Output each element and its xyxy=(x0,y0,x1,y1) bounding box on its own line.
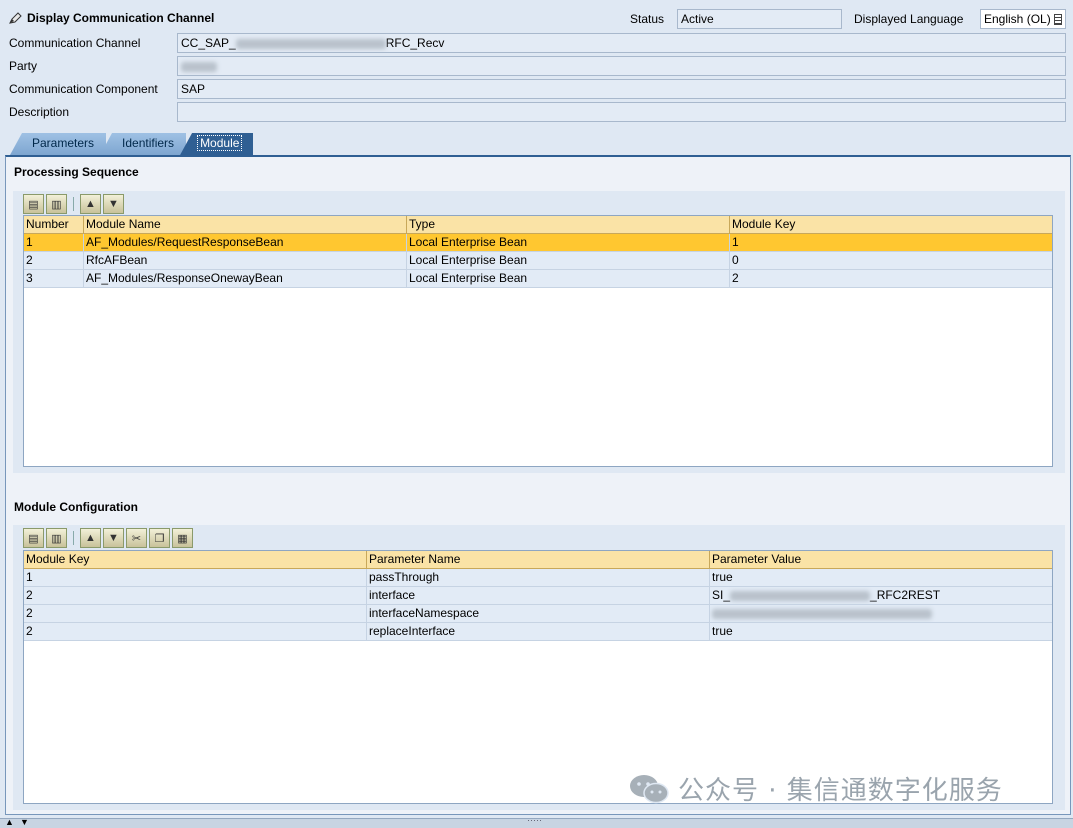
watermark-text: 公众号 · 集信通数字化服务 xyxy=(678,776,1003,806)
table-row[interactable]: 2 interface SI_ _RFC2REST xyxy=(24,587,1052,605)
cell-parameter-value[interactable]: true xyxy=(710,569,1052,586)
channel-value-prefix: CC_SAP_ xyxy=(181,36,236,50)
cell-parameter-value[interactable]: SI_ _RFC2REST xyxy=(710,587,1052,604)
column-header-number[interactable]: Number xyxy=(24,216,84,233)
tab-module[interactable]: Module xyxy=(180,133,254,155)
redacted-block xyxy=(712,608,932,619)
party-field xyxy=(177,56,1066,76)
module-tab-content: Processing Sequence ▤ ▥ ▲ ▼ Number Modul… xyxy=(5,155,1071,815)
tab-parameters[interactable]: Parameters xyxy=(10,133,107,155)
move-up-icon[interactable]: ▲ xyxy=(80,194,101,214)
cell-parameter-name[interactable]: replaceInterface xyxy=(367,623,710,640)
cell-module-key[interactable]: 2 xyxy=(24,587,367,604)
status-label: Status xyxy=(630,12,665,26)
language-label: Displayed Language xyxy=(854,12,964,26)
cell-module-key[interactable]: 2 xyxy=(24,623,367,640)
column-header-module-key[interactable]: Module Key xyxy=(24,551,367,568)
table-header-row: Module Key Parameter Name Parameter Valu… xyxy=(24,551,1052,569)
cell-module-name[interactable]: AF_Modules/ResponseOnewayBean xyxy=(84,270,407,287)
channel-label: Communication Channel xyxy=(9,36,141,50)
dropdown-list-icon[interactable] xyxy=(1054,14,1062,25)
move-down-icon[interactable]: ▼ xyxy=(103,528,124,548)
table-row[interactable]: 2 interfaceNamespace xyxy=(24,605,1052,623)
parameter-value-prefix: SI_ xyxy=(712,588,731,602)
cell-module-key[interactable]: 0 xyxy=(730,252,1052,269)
tab-identifiers[interactable]: Identifiers xyxy=(100,133,187,155)
column-header-parameter-name[interactable]: Parameter Name xyxy=(367,551,710,568)
cell-parameter-value[interactable] xyxy=(710,605,1052,622)
party-label: Party xyxy=(9,59,38,73)
table-row[interactable]: 2 replaceInterface true xyxy=(24,623,1052,641)
redacted-block xyxy=(181,61,217,72)
delete-row-icon[interactable]: ▥ xyxy=(46,528,67,548)
copy-icon[interactable]: ❐ xyxy=(149,528,170,548)
cell-number[interactable]: 3 xyxy=(24,270,84,287)
tab-strip: Parameters Identifiers Module xyxy=(10,133,254,155)
channel-field: CC_SAP_ RFC_Recv xyxy=(177,33,1066,53)
configuration-toolbar: ▤ ▥ ▲ ▼ ✂ ❐ ▦ xyxy=(23,527,193,549)
cell-type[interactable]: Local Enterprise Bean xyxy=(407,270,730,287)
component-label: Communication Component xyxy=(9,82,158,96)
table-row[interactable]: 3 AF_Modules/ResponseOnewayBean Local En… xyxy=(24,270,1052,288)
paste-icon[interactable]: ▦ xyxy=(172,528,193,548)
cell-module-key[interactable]: 1 xyxy=(24,569,367,586)
cell-module-key[interactable]: 2 xyxy=(730,270,1052,287)
description-label: Description xyxy=(9,105,70,119)
redacted-block xyxy=(235,38,386,49)
cell-type[interactable]: Local Enterprise Bean xyxy=(407,234,730,251)
move-up-icon[interactable]: ▲ xyxy=(80,528,101,548)
toolbar-separator xyxy=(73,197,74,211)
insert-row-icon[interactable]: ▤ xyxy=(23,528,44,548)
status-field: Active xyxy=(677,9,842,29)
cell-module-name[interactable]: AF_Modules/RequestResponseBean xyxy=(84,234,407,251)
processing-toolbar: ▤ ▥ ▲ ▼ xyxy=(23,193,124,215)
edit-pencil-icon xyxy=(9,12,22,24)
collapse-up-icon[interactable]: ▲ xyxy=(5,817,14,827)
cell-module-key[interactable]: 2 xyxy=(24,605,367,622)
cell-module-name[interactable]: RfcAFBean xyxy=(84,252,407,269)
toolbar-separator xyxy=(73,531,74,545)
parameter-value-suffix: _RFC2REST xyxy=(870,588,941,602)
table-row[interactable]: 1 AF_Modules/RequestResponseBean Local E… xyxy=(24,234,1052,252)
cell-parameter-name[interactable]: passThrough xyxy=(367,569,710,586)
component-field: SAP xyxy=(177,79,1066,99)
column-header-type[interactable]: Type xyxy=(407,216,730,233)
bottom-splitter-bar[interactable]: ▲ ▼ ····· xyxy=(0,815,1073,828)
column-header-parameter-value[interactable]: Parameter Value xyxy=(710,551,1052,568)
table-row[interactable]: 2 RfcAFBean Local Enterprise Bean 0 xyxy=(24,252,1052,270)
module-configuration-table: Module Key Parameter Name Parameter Valu… xyxy=(23,550,1053,804)
tab-module-label: Module xyxy=(197,135,243,151)
page-title: Display Communication Channel xyxy=(8,11,214,25)
cell-module-key[interactable]: 1 xyxy=(730,234,1052,251)
language-value: English (OL) xyxy=(984,12,1051,26)
cell-parameter-name[interactable]: interfaceNamespace xyxy=(367,605,710,622)
wechat-icon xyxy=(630,774,669,803)
description-field xyxy=(177,102,1066,122)
move-down-icon[interactable]: ▼ xyxy=(103,194,124,214)
watermark: 公众号 · 集信通数字化服务 xyxy=(628,770,1003,807)
cell-type[interactable]: Local Enterprise Bean xyxy=(407,252,730,269)
delete-row-icon[interactable]: ▥ xyxy=(46,194,67,214)
cell-parameter-name[interactable]: interface xyxy=(367,587,710,604)
redacted-block xyxy=(730,590,871,601)
table-header-row: Number Module Name Type Module Key xyxy=(24,216,1052,234)
channel-value-suffix: RFC_Recv xyxy=(385,36,445,50)
language-dropdown[interactable]: English (OL) xyxy=(980,9,1066,29)
column-header-module-key[interactable]: Module Key xyxy=(730,216,1052,233)
collapse-down-icon[interactable]: ▼ xyxy=(20,817,29,827)
resize-grip-icon[interactable]: ····· xyxy=(527,815,542,825)
processing-sequence-table: Number Module Name Type Module Key 1 AF_… xyxy=(23,215,1053,467)
channel-header: Display Communication Channel Status Act… xyxy=(0,0,1073,132)
processing-sequence-title: Processing Sequence xyxy=(14,165,139,179)
cut-icon[interactable]: ✂ xyxy=(126,528,147,548)
table-row[interactable]: 1 passThrough true xyxy=(24,569,1052,587)
insert-row-icon[interactable]: ▤ xyxy=(23,194,44,214)
column-header-module-name[interactable]: Module Name xyxy=(84,216,407,233)
cell-parameter-value[interactable]: true xyxy=(710,623,1052,640)
cell-number[interactable]: 2 xyxy=(24,252,84,269)
cell-number[interactable]: 1 xyxy=(24,234,84,251)
module-configuration-title: Module Configuration xyxy=(14,500,138,514)
